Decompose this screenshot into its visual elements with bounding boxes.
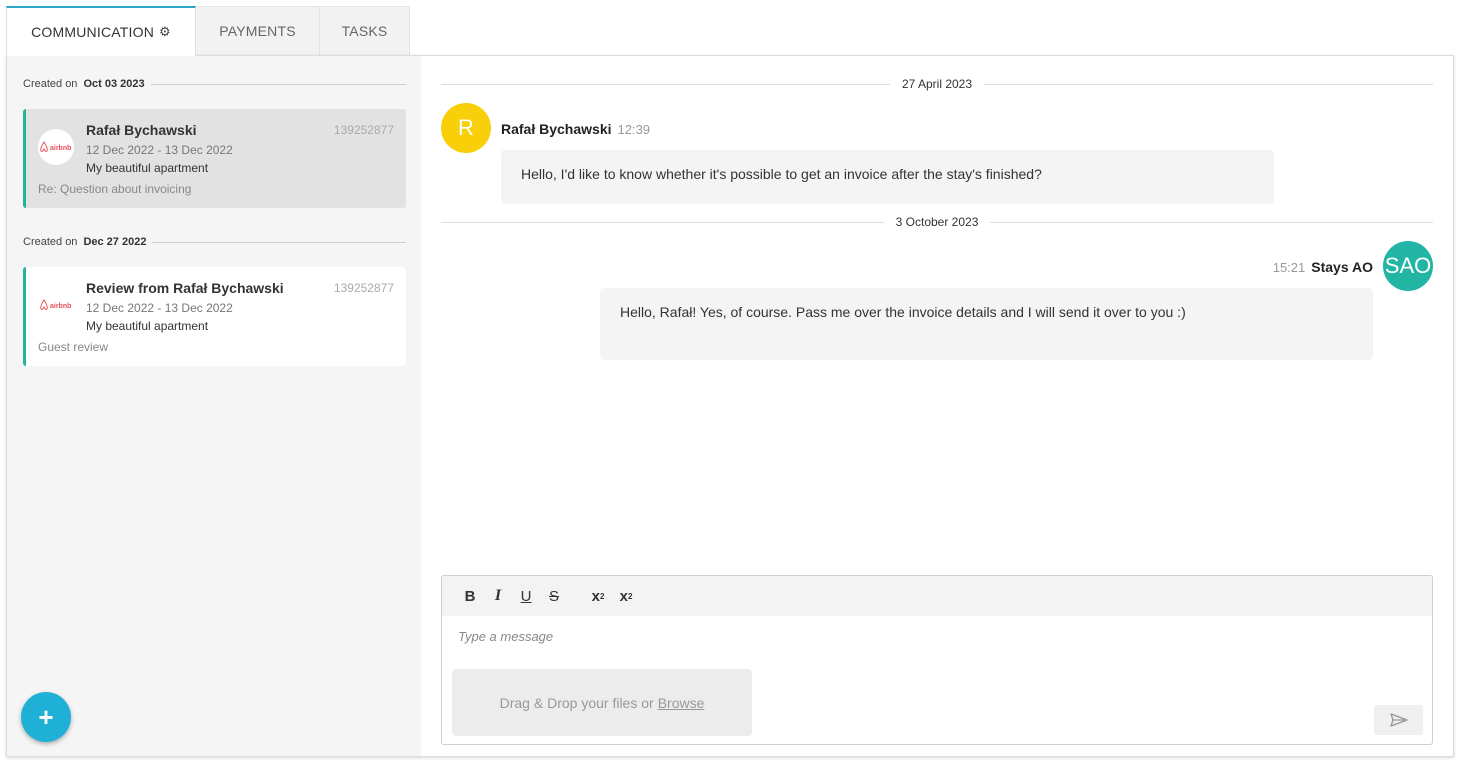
underline-button[interactable]: U (512, 582, 540, 610)
thread-dates: 12 Dec 2022 - 13 Dec 2022 (86, 143, 233, 157)
tab-bar: COMMUNICATION ⚙ PAYMENTS TASKS (6, 6, 410, 56)
superscript-button[interactable]: x2 (612, 582, 640, 610)
message-time: 15:21 (1272, 260, 1306, 275)
message-text: Hello, I'd like to know whether it's pos… (521, 166, 1042, 182)
message-input[interactable] (442, 616, 1432, 656)
plus-icon: + (38, 701, 54, 732)
group-divider (150, 83, 406, 85)
avatar: R (441, 103, 491, 153)
thread-booking-id: 139252877 (333, 123, 394, 137)
avatar-initials: R (458, 115, 474, 140)
conversation-view: 27 April 2023 R Rafał Bychawski 12:39 He… (421, 56, 1453, 756)
italic-button[interactable]: I (484, 582, 512, 610)
message-bubble: Hello, Rafał! Yes, of course. Pass me ov… (600, 288, 1373, 360)
tab-communication-label: COMMUNICATION (31, 24, 155, 40)
thread-list: Created on Oct 03 2023 airbnb Rafał Bych… (7, 56, 421, 756)
created-on-date: Dec 27 2022 (83, 236, 147, 248)
thread-property: My beautiful apartment (86, 319, 209, 333)
day-separator: 3 October 2023 (441, 215, 1434, 229)
send-button[interactable] (1374, 705, 1423, 735)
avatar: SAO (1383, 241, 1433, 291)
browse-link[interactable]: Browse (658, 695, 705, 711)
message-time: 12:39 (617, 122, 651, 137)
message-sender: Stays AO (1311, 259, 1373, 275)
communication-panel: Created on Oct 03 2023 airbnb Rafał Bych… (6, 55, 1454, 757)
thread-card[interactable]: airbnb Rafał Bychawski 139252877 12 Dec … (23, 109, 406, 208)
subscript-button[interactable]: x2 (584, 582, 612, 610)
send-icon (1389, 713, 1408, 727)
airbnb-logo-icon: airbnb (38, 129, 74, 165)
bold-button[interactable]: B (456, 582, 484, 610)
message-composer: B I U S x2 x2 Drag & Drop your files or … (441, 575, 1433, 745)
svg-text:airbnb: airbnb (50, 145, 71, 152)
avatar-initials: SAO (1384, 253, 1432, 278)
thread-card[interactable]: airbnb Review from Rafał Bychawski 13925… (23, 267, 406, 366)
thread-dates: 12 Dec 2022 - 13 Dec 2022 (86, 301, 233, 315)
message-header: Rafał Bychawski 12:39 (501, 121, 656, 137)
day-separator: 27 April 2023 (441, 77, 1433, 91)
day-separator-label: 27 April 2023 (901, 77, 973, 91)
thread-guest-name: Review from Rafał Bychawski (86, 280, 284, 296)
thread-booking-id: 139252877 (333, 281, 394, 295)
file-dropzone[interactable]: Drag & Drop your files or Browse (452, 669, 752, 736)
thread-guest-name: Rafał Bychawski (86, 122, 197, 138)
airbnb-logo-icon: airbnb (38, 287, 74, 323)
airbnb-logo-svg: airbnb (40, 141, 71, 152)
formatting-toolbar: B I U S x2 x2 (442, 576, 1432, 616)
day-separator-label: 3 October 2023 (895, 215, 979, 229)
message-header: 15:21 Stays AO (1267, 259, 1373, 275)
thread-group-header: Created on Oct 03 2023 (23, 78, 406, 90)
created-on-date: Oct 03 2023 (83, 78, 145, 90)
message-sender: Rafał Bychawski (501, 121, 612, 137)
thread-property: My beautiful apartment (86, 161, 209, 175)
created-on-label: Created on (23, 236, 78, 248)
svg-text:airbnb: airbnb (50, 303, 71, 310)
tab-communication[interactable]: COMMUNICATION ⚙ (6, 6, 196, 56)
created-on-label: Created on (23, 78, 78, 90)
thread-subject: Re: Question about invoicing (38, 182, 192, 196)
thread-subject: Guest review (38, 340, 109, 354)
tab-tasks[interactable]: TASKS (320, 6, 410, 55)
group-divider (152, 241, 406, 243)
message-text: Hello, Rafał! Yes, of course. Pass me ov… (620, 304, 1186, 320)
thread-group-header: Created on Dec 27 2022 (23, 236, 406, 248)
gear-icon[interactable]: ⚙ (159, 24, 171, 40)
tab-tasks-label: TASKS (341, 23, 388, 39)
strikethrough-button[interactable]: S (540, 582, 568, 610)
dropzone-text: Drag & Drop your files or (499, 694, 654, 711)
airbnb-logo-svg: airbnb (40, 299, 71, 310)
tab-payments-label: PAYMENTS (219, 23, 296, 39)
add-thread-button[interactable]: + (21, 692, 71, 742)
tab-payments[interactable]: PAYMENTS (196, 6, 320, 55)
message-bubble: Hello, I'd like to know whether it's pos… (501, 150, 1274, 204)
